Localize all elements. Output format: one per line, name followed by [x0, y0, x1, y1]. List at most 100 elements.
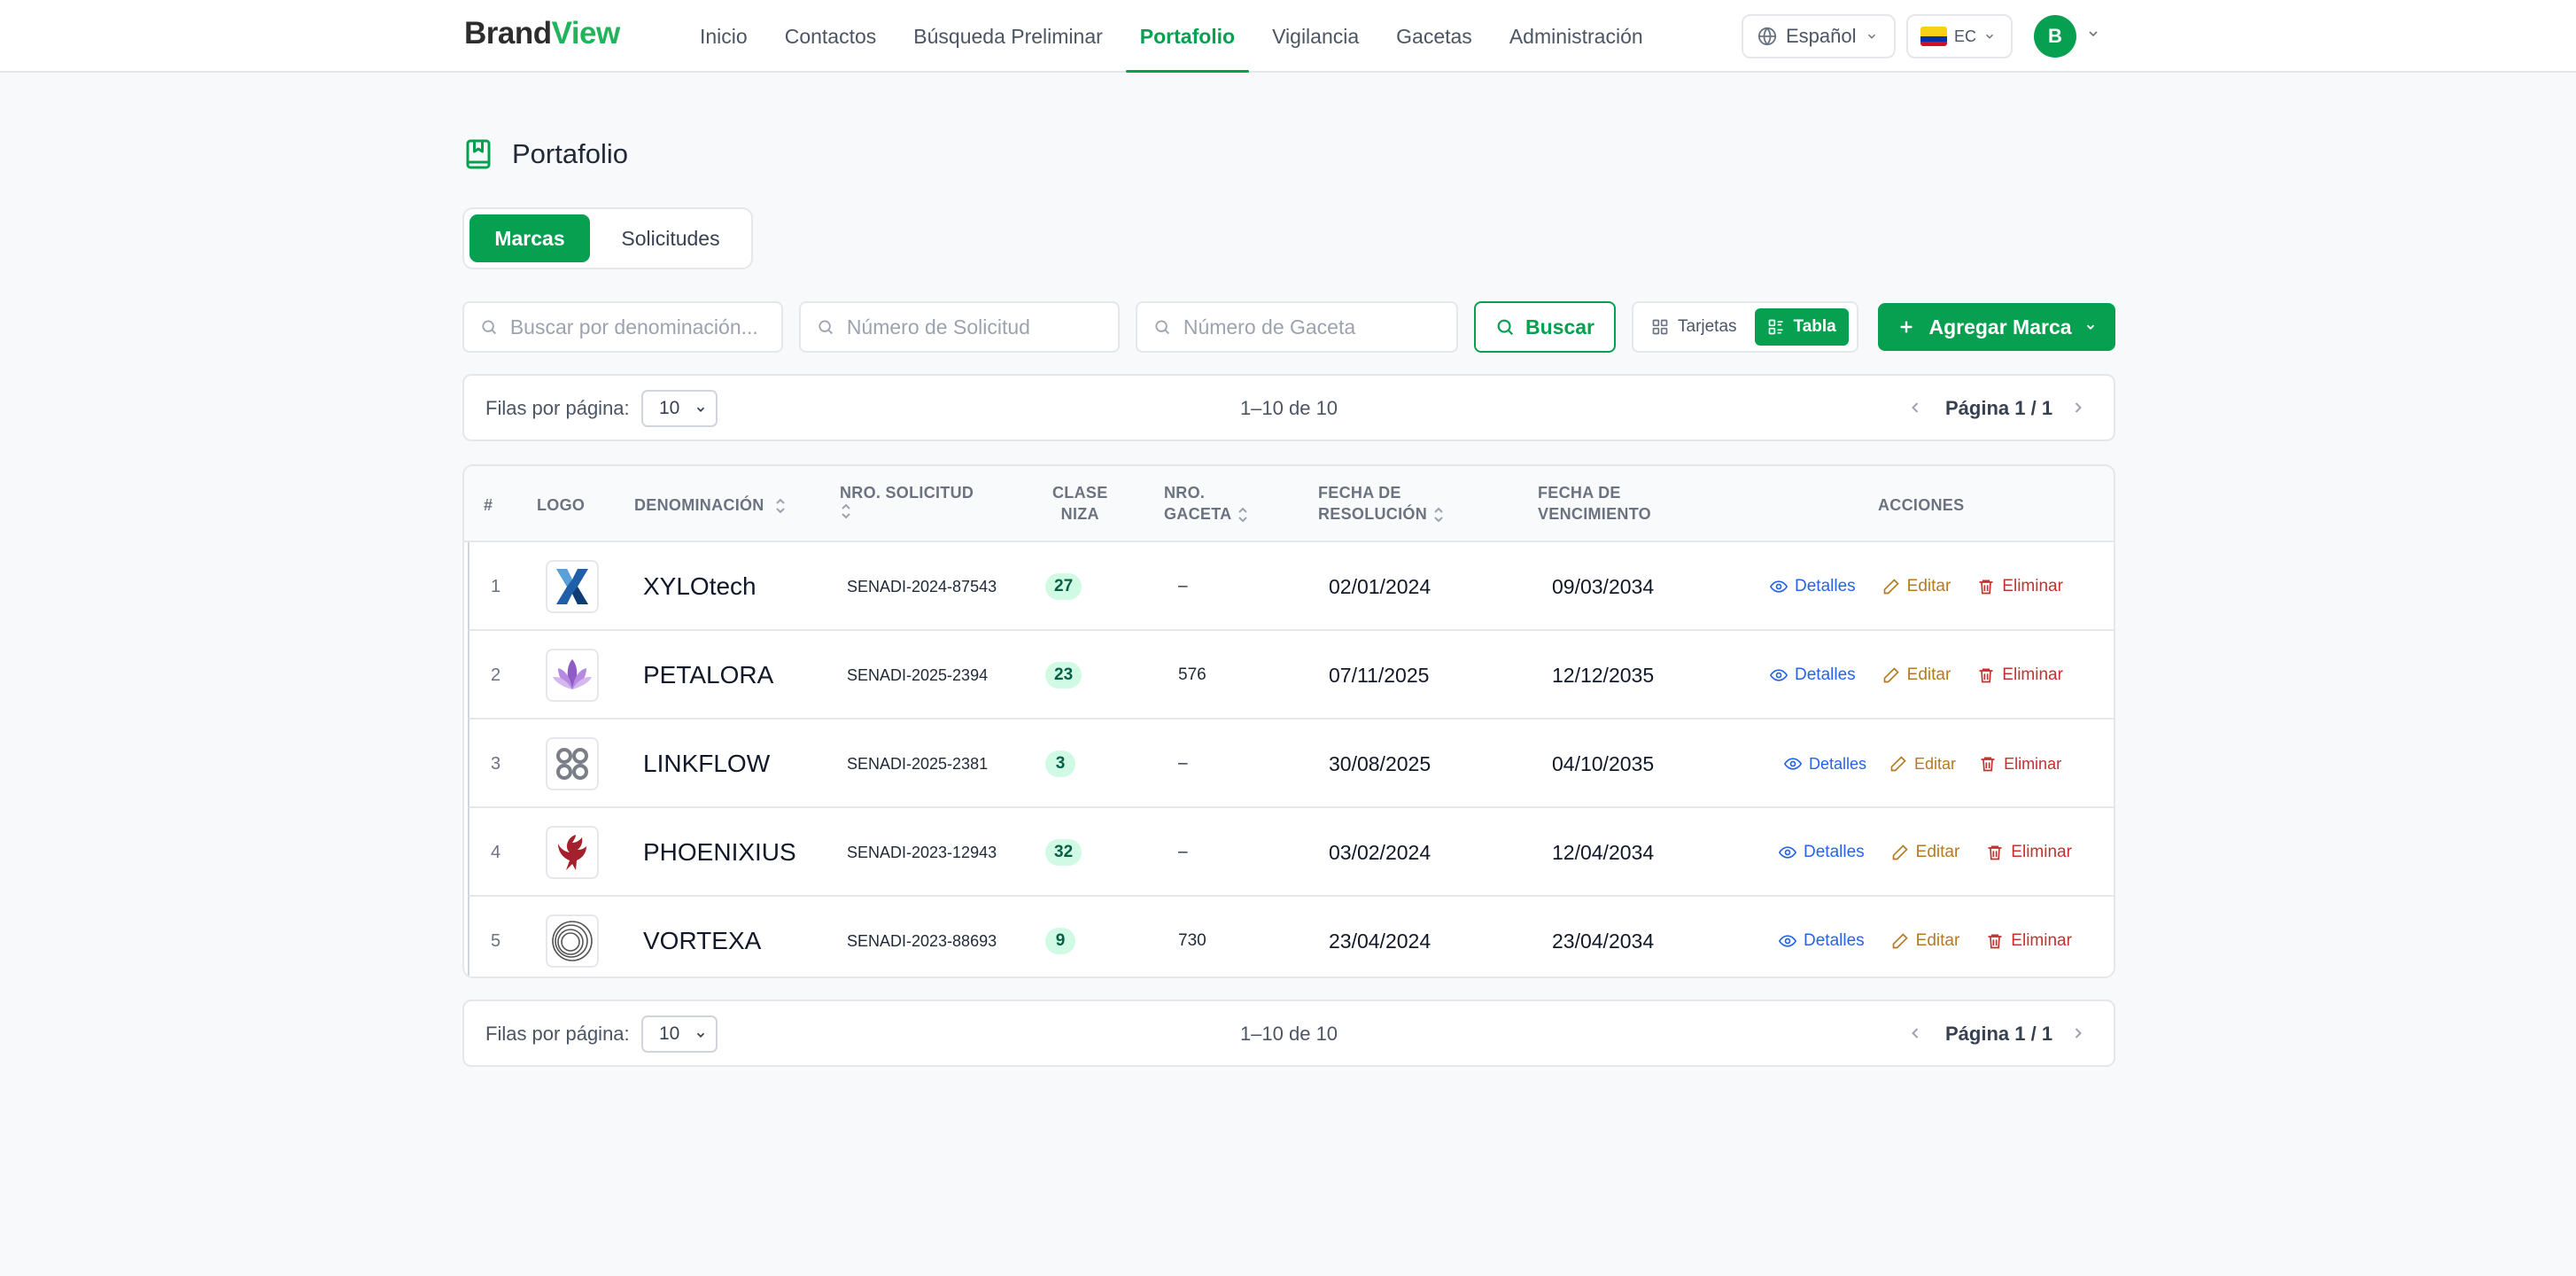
delete-button[interactable]: Eliminar — [1977, 665, 2063, 685]
chevron-down-icon — [1986, 34, 1994, 39]
table-header: # LOGO DENOMINACIÓN NRO. SOLICITUD CLASE… — [464, 466, 2114, 542]
chevron-down-icon[interactable] — [2086, 27, 2100, 41]
fecha-resolucion: 03/02/2024 — [1329, 840, 1432, 864]
fecha-resolucion: 02/01/2024 — [1329, 574, 1432, 598]
solicitud-number: SENADI-2023-88693 — [847, 931, 997, 950]
search-button-label: Buscar — [1525, 315, 1594, 338]
delete-button[interactable]: Eliminar — [1986, 931, 2072, 951]
edit-button[interactable]: Editar — [1882, 577, 1951, 596]
clase-badge: 23 — [1045, 662, 1082, 689]
country-selector[interactable]: EC — [1906, 14, 2013, 58]
pencil-icon — [1883, 667, 1899, 683]
language-selector[interactable]: Español — [1742, 14, 1896, 58]
search-button[interactable]: Buscar — [1474, 301, 1616, 353]
knot-logo-icon — [546, 737, 599, 790]
nav-contactos[interactable]: Contactos — [785, 0, 877, 73]
chevron-right-icon[interactable] — [2069, 399, 2087, 416]
rows-per-page-select[interactable]: 10 — [641, 1015, 718, 1053]
nav-vigilancia[interactable]: Vigilancia — [1272, 0, 1359, 73]
gaceta-search-field[interactable] — [1136, 301, 1458, 353]
chevron-right-icon[interactable] — [2069, 1024, 2087, 1042]
col-fecha-resolucion[interactable]: FECHA DE RESOLUCIÓN — [1318, 482, 1445, 525]
sort-icon — [776, 498, 785, 514]
solicitud-search-input[interactable] — [846, 315, 1118, 339]
details-button[interactable]: Detalles — [1779, 931, 1865, 951]
nav-administracion[interactable]: Administración — [1509, 0, 1643, 73]
fecha-resolucion: 07/11/2025 — [1329, 663, 1430, 687]
col-denominacion[interactable]: DENOMINACIÓN — [634, 494, 787, 516]
tab-solicitudes[interactable]: Solicitudes — [595, 214, 746, 262]
denominacion-search-input[interactable] — [509, 315, 781, 339]
eye-icon — [1779, 846, 1796, 859]
page-header: Portafolio — [462, 138, 628, 170]
page-title: Portafolio — [512, 138, 628, 169]
view-table-label: Tabla — [1793, 317, 1836, 336]
edit-button[interactable]: Editar — [1889, 755, 1956, 774]
table-row: 5 VORTEXA SENADI-2023-88693 9 730 23/04/… — [468, 897, 2114, 976]
row-number: 1 — [491, 576, 501, 596]
details-button[interactable]: Detalles — [1770, 665, 1856, 685]
nav-inicio[interactable]: Inicio — [700, 0, 748, 73]
pencil-icon — [1883, 579, 1899, 595]
tab-marcas[interactable]: Marcas — [469, 214, 590, 262]
lotus-logo-icon — [546, 649, 599, 702]
edit-button[interactable]: Editar — [1882, 665, 1951, 685]
country-code: EC — [1954, 27, 1977, 45]
nav-gacetas[interactable]: Gacetas — [1396, 0, 1472, 73]
sort-icon — [1238, 507, 1248, 523]
rows-per-page-label: Filas por página: — [485, 1023, 630, 1045]
gaceta-number: 730 — [1178, 931, 1207, 950]
row-number: 2 — [491, 665, 501, 685]
pagination-page: Página 1 / 1 — [1945, 397, 2053, 419]
solicitud-number: SENADI-2023-12943 — [847, 843, 997, 861]
edit-button[interactable]: Editar — [1891, 931, 1959, 951]
view-table-button[interactable]: Tabla — [1754, 308, 1849, 346]
rows-per-page-select[interactable]: 10 — [641, 390, 718, 427]
solicitud-number: SENADI-2025-2381 — [847, 754, 989, 773]
user-avatar[interactable]: B — [2034, 15, 2076, 58]
denominacion-search-field[interactable] — [462, 301, 783, 353]
trash-icon — [1981, 757, 1995, 772]
trash-icon — [1979, 668, 1993, 683]
nav-busqueda-preliminar[interactable]: Búsqueda Preliminar — [913, 0, 1103, 73]
col-solicitud[interactable]: NRO. SOLICITUD — [840, 482, 974, 525]
brand-name: LINKFLOW — [643, 750, 771, 777]
clase-badge: 27 — [1045, 573, 1082, 600]
portfolio-tabs: Marcas Solicitudes — [462, 207, 753, 269]
grid-icon — [1652, 319, 1668, 335]
view-cards-button[interactable]: Tarjetas — [1639, 308, 1750, 346]
trash-icon — [1988, 845, 2002, 860]
phoenix-logo-icon — [546, 826, 599, 879]
chevron-left-icon[interactable] — [1906, 1024, 1924, 1042]
table-row: 3 LINKFLOW SENADI-2025-2381 3 – 30/08/20… — [468, 720, 2114, 808]
delete-button[interactable]: Eliminar — [1977, 577, 2063, 596]
sort-icon — [842, 503, 850, 519]
col-gaceta[interactable]: NRO. GACETA — [1164, 482, 1249, 525]
delete-button[interactable]: Eliminar — [1986, 843, 2072, 862]
brand-logo[interactable]: BrandView — [464, 16, 620, 51]
brand-name: PETALORA — [643, 661, 774, 689]
add-brand-button[interactable]: Agregar Marca — [1878, 303, 2115, 351]
gaceta-search-input[interactable] — [1183, 315, 1456, 339]
view-toggle: Tarjetas Tabla — [1632, 301, 1858, 353]
plus-icon — [1901, 321, 1913, 333]
details-button[interactable]: Detalles — [1770, 577, 1856, 596]
details-button[interactable]: Detalles — [1779, 843, 1865, 862]
solicitud-number: SENADI-2025-2394 — [847, 665, 989, 684]
fecha-vencimiento: 04/10/2035 — [1552, 751, 1655, 775]
nav-portafolio[interactable]: Portafolio — [1125, 0, 1250, 73]
row-actions: Detalles Editar Eliminar — [1770, 631, 2063, 720]
solicitud-search-field[interactable] — [799, 301, 1120, 353]
globe-icon — [1757, 27, 1777, 46]
brand-name: VORTEXA — [643, 927, 762, 954]
pencil-icon — [1892, 933, 1908, 949]
language-label: Español — [1786, 25, 1857, 47]
trash-icon — [1979, 580, 1993, 595]
chevron-left-icon[interactable] — [1906, 399, 1924, 416]
fecha-vencimiento: 12/12/2035 — [1552, 663, 1655, 687]
edit-button[interactable]: Editar — [1891, 843, 1959, 862]
pencil-icon — [1892, 844, 1908, 860]
details-button[interactable]: Detalles — [1784, 755, 1866, 774]
delete-button[interactable]: Eliminar — [1979, 755, 2061, 774]
search-icon — [1155, 320, 1169, 335]
